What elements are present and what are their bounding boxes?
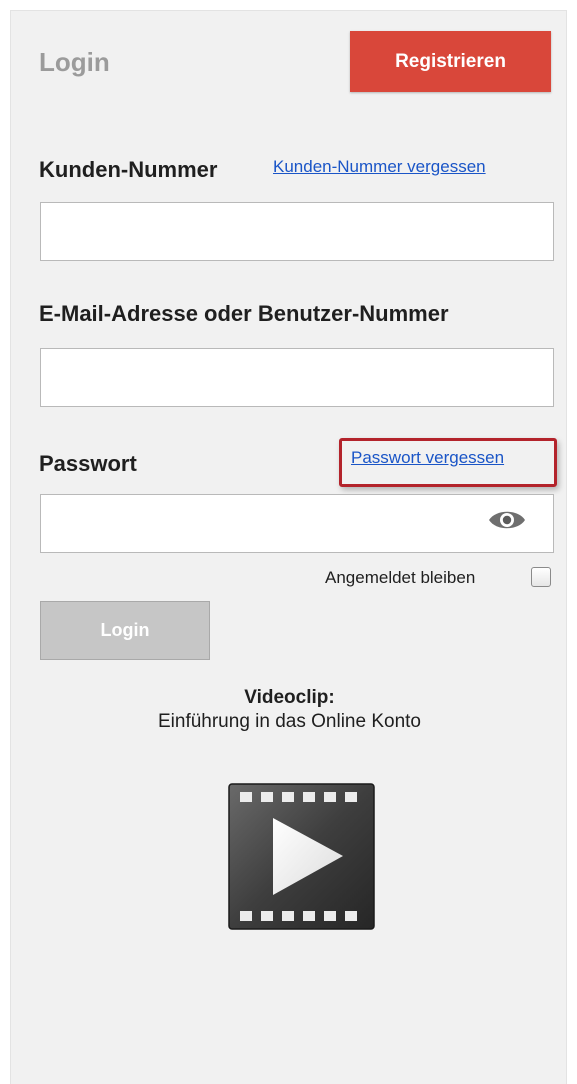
remember-me-checkbox[interactable]: [531, 567, 551, 587]
eye-icon[interactable]: [487, 507, 527, 533]
password-input[interactable]: [40, 494, 554, 553]
login-button[interactable]: Login: [40, 601, 210, 660]
forgot-customer-number-link[interactable]: Kunden-Nummer vergessen: [273, 157, 486, 177]
email-input[interactable]: [40, 348, 554, 407]
email-label: E-Mail-Adresse oder Benutzer-Nummer: [39, 301, 449, 326]
customer-number-label: Kunden-Nummer: [39, 157, 218, 182]
password-label: Passwort: [39, 451, 137, 476]
forgot-password-link[interactable]: Passwort vergessen: [351, 448, 504, 468]
video-title: Videoclip:: [244, 687, 335, 708]
video-play-icon[interactable]: [228, 783, 375, 930]
video-subtitle: Einführung in das Online Konto: [157, 711, 421, 732]
login-panel: Login Registrieren Kunden-Nummer Kunden-…: [10, 10, 567, 1084]
register-button[interactable]: Registrieren: [350, 31, 551, 92]
remember-me-label: Angemeldet bleiben: [325, 568, 476, 587]
login-heading: Login: [39, 47, 110, 77]
customer-number-input[interactable]: [40, 202, 554, 261]
